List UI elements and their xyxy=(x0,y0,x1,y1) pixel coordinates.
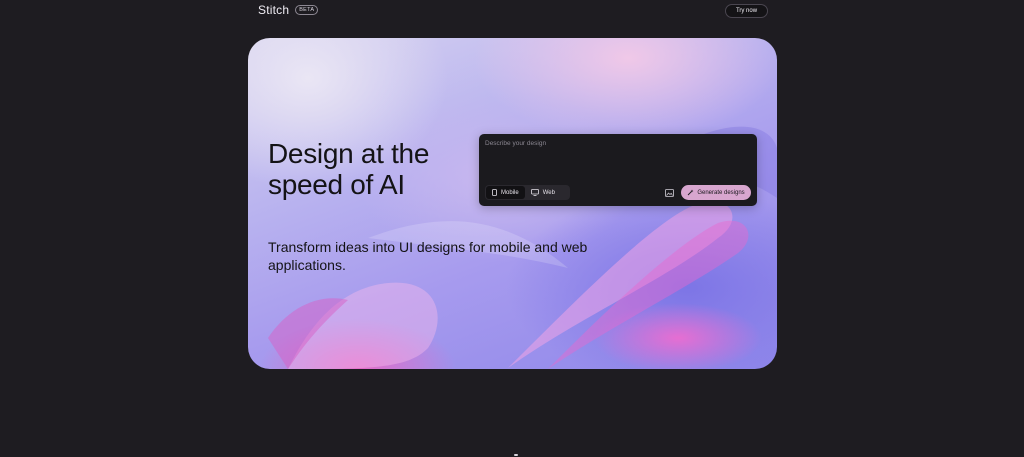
describe-design-input[interactable] xyxy=(485,140,751,178)
hero-headline: Design at the speed of AI xyxy=(268,138,478,200)
hero-card: Design at the speed of AI Transform idea… xyxy=(248,38,777,369)
headline-line-2: speed of AI xyxy=(268,169,405,200)
image-upload-button[interactable] xyxy=(663,187,675,198)
mode-web-button[interactable]: Web xyxy=(525,186,561,199)
phone-icon xyxy=(492,189,497,196)
design-prompt-panel: Mobile Web Generate designs xyxy=(479,134,757,206)
image-upload-icon xyxy=(664,188,674,197)
mode-mobile-button[interactable]: Mobile xyxy=(486,186,525,199)
monitor-icon xyxy=(530,189,539,196)
generate-designs-label: Generate designs xyxy=(697,189,745,196)
top-nav: Stitch BETA Try now xyxy=(0,0,1024,22)
mode-web-label: Web xyxy=(542,189,555,196)
beta-badge: BETA xyxy=(295,5,319,15)
mode-mobile-label: Mobile xyxy=(501,189,519,196)
headline-line-1: Design at the xyxy=(268,138,430,169)
scroll-indicator xyxy=(514,454,518,456)
generate-designs-button[interactable]: Generate designs xyxy=(681,185,751,200)
brand[interactable]: Stitch BETA xyxy=(258,3,319,17)
hero-subheadline: Transform ideas into UI designs for mobi… xyxy=(268,239,588,273)
brand-logo-text: Stitch xyxy=(258,3,290,17)
platform-toggle: Mobile Web xyxy=(485,185,570,200)
sparkle-wand-icon xyxy=(687,189,694,196)
try-now-button[interactable]: Try now xyxy=(725,4,768,18)
